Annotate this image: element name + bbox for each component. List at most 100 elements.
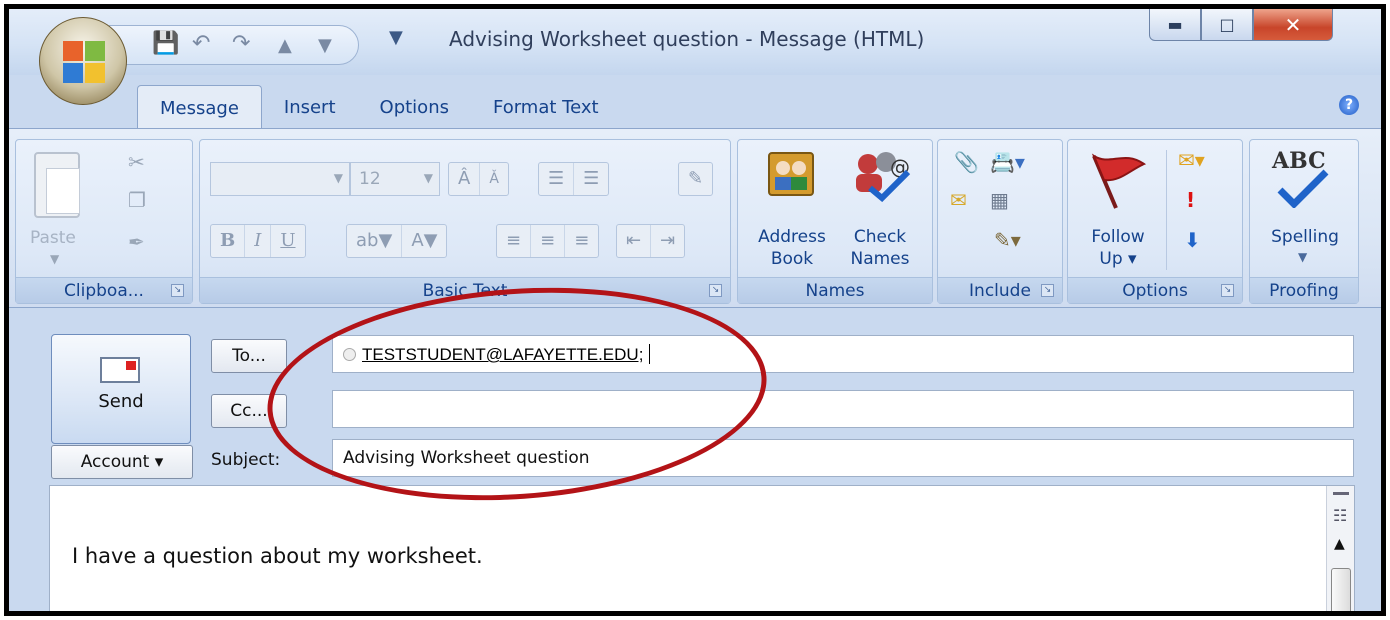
calendar-icon[interactable]: ▦ [990,188,1009,212]
close-icon[interactable]: ✕ [1253,9,1333,41]
color-buttons: ab▼ A▼ [346,224,448,258]
dialog-launcher-icon[interactable]: ↘ [1221,284,1234,297]
include-group: 📎 📇▾ ✉ ▦ ✎▾ Include ↘ [937,139,1063,304]
italic-icon[interactable]: I [245,225,272,257]
attach-item-icon[interactable]: ✉ [950,188,967,212]
subject-label: Subject: [211,450,281,470]
bullets-icon[interactable]: ☰ [539,163,575,195]
bold-icon[interactable]: B [211,225,246,257]
next-item-icon[interactable]: ▼ [318,35,332,56]
message-body[interactable]: I have a question about my worksheet. ☷ … [49,485,1355,611]
help-icon[interactable]: ? [1339,95,1359,115]
business-card-icon[interactable]: 📇▾ [990,150,1025,174]
check-names-button[interactable]: Check Names [840,226,920,270]
numbering-icon[interactable]: ☰ [574,163,608,195]
dialog-launcher-icon[interactable]: ↘ [709,284,722,297]
quick-access-toolbar: 💾 ↶ ↷ ▲ ▼ [109,25,359,65]
copy-icon[interactable]: ❐ [128,188,146,212]
window-controls: ▬ □ ✕ [1149,9,1333,45]
underline-icon[interactable]: U [271,225,304,257]
flag-icon [1091,153,1147,209]
title-bar: 💾 ↶ ↷ ▲ ▼ ▼ Advising Worksheet question … [9,9,1381,75]
font-name-combo[interactable]: ▼ [210,162,350,196]
cc-field[interactable] [332,390,1354,428]
attach-file-icon[interactable]: 📎 [954,150,979,174]
paste-button[interactable]: Paste [30,228,76,248]
list-buttons: ☰ ☰ [538,162,610,196]
account-button[interactable]: Account ▾ [51,445,193,479]
ruler-icon[interactable]: ☷ [1333,506,1347,525]
clipboard-group: Paste ▼ ✂ ❐ ✒ Clipboa... ↘ [15,139,193,304]
office-button[interactable] [39,17,127,105]
text-caret [649,344,651,364]
scroll-up-icon[interactable]: ▲ [1334,536,1345,552]
chevron-down-icon: ▼ [333,171,343,185]
signature-icon[interactable]: ✎▾ [994,228,1021,252]
basic-text-group-label: Basic Text [200,277,730,303]
save-icon[interactable]: 💾 [152,31,179,56]
send-button[interactable]: Send [51,334,191,444]
high-importance-icon[interactable]: ! [1186,188,1195,212]
alignment-buttons: ≡ ≡ ≡ [496,224,600,258]
to-field[interactable]: TESTSTUDENT@LAFAYETTE.EDU; [332,335,1354,373]
decrease-indent-icon[interactable]: ⇤ [617,225,652,257]
align-right-icon[interactable]: ≡ [565,225,598,257]
indent-buttons: ⇤ ⇥ [616,224,686,258]
spelling-dropdown-icon[interactable]: ▼ [1298,250,1307,264]
cc-button[interactable]: Cc... [211,394,287,428]
address-book-icon [768,152,814,196]
envelope-icon [100,357,140,383]
cut-icon[interactable]: ✂ [128,150,145,174]
format-painter-icon[interactable]: ✒ [128,230,145,254]
tab-options[interactable]: Options [358,85,471,129]
maximize-icon[interactable]: □ [1201,9,1253,41]
subject-field[interactable]: Advising Worksheet question [332,439,1354,477]
font-grow-shrink-group: Â Ǎ [448,162,509,196]
chevron-down-icon: ▼ [423,171,433,185]
tab-message[interactable]: Message [137,85,262,129]
presence-icon [343,348,356,361]
options-group-label: Options [1068,277,1242,303]
undo-icon[interactable]: ↶ [192,31,210,56]
separator [1166,150,1167,270]
dialog-launcher-icon[interactable]: ↘ [171,284,184,297]
highlight-icon[interactable]: ab▼ [347,225,403,257]
names-group: @ Address Book Check Names Names [737,139,933,304]
body-text: I have a question about my worksheet. [72,544,483,568]
redo-icon[interactable]: ↷ [232,31,250,56]
address-book-button[interactable]: Address Book [752,226,832,270]
window-title: Advising Worksheet question - Message (H… [449,27,925,51]
minimize-icon[interactable]: ▬ [1149,9,1201,41]
to-button[interactable]: To... [211,339,287,373]
permission-icon[interactable]: ✉▾ [1178,148,1205,172]
scroll-thumb[interactable] [1331,568,1351,611]
styles-icon[interactable]: ✎ [679,163,712,195]
grow-font-icon[interactable]: Â [449,163,481,195]
shrink-font-icon[interactable]: Ǎ [480,163,508,195]
low-importance-icon[interactable]: ⬇ [1184,228,1201,252]
tab-format-text[interactable]: Format Text [471,85,621,129]
follow-up-button[interactable]: Follow Up ▾ [1078,226,1158,270]
names-group-label: Names [738,277,932,303]
dialog-launcher-icon[interactable]: ↘ [1041,284,1054,297]
vertical-scrollbar[interactable]: ☷ ▲ [1326,486,1354,611]
styles-box: ✎ [678,162,714,196]
clipboard-group-label: Clipboa... [16,277,192,303]
previous-item-icon[interactable]: ▲ [278,35,292,56]
options-group: Follow Up ▾ ✉▾ ! ⬇ Options ↘ [1067,139,1243,304]
paste-icon[interactable] [34,152,80,218]
font-style-buttons: B I U [210,224,306,258]
split-handle-icon[interactable] [1333,492,1349,495]
ribbon-tabs: Message Insert Options Format Text [137,85,621,129]
recipient-chip[interactable]: TESTSTUDENT@LAFAYETTE.EDU; [362,345,643,364]
font-color-icon[interactable]: A▼ [402,225,446,257]
align-center-icon[interactable]: ≡ [531,225,566,257]
customize-toolbar-icon[interactable]: ▼ [389,27,403,48]
font-size-combo[interactable]: 12 ▼ [350,162,440,196]
basic-text-group: ▼ 12 ▼ Â Ǎ ☰ ☰ ✎ B I U ab▼ A▼ ≡ ≡ ≡ ⇤ … [199,139,731,304]
paste-dropdown-icon[interactable]: ▼ [50,252,59,266]
increase-indent-icon[interactable]: ⇥ [651,225,684,257]
tab-insert[interactable]: Insert [262,85,358,129]
spelling-button[interactable]: Spelling [1254,226,1356,248]
align-left-icon[interactable]: ≡ [497,225,532,257]
